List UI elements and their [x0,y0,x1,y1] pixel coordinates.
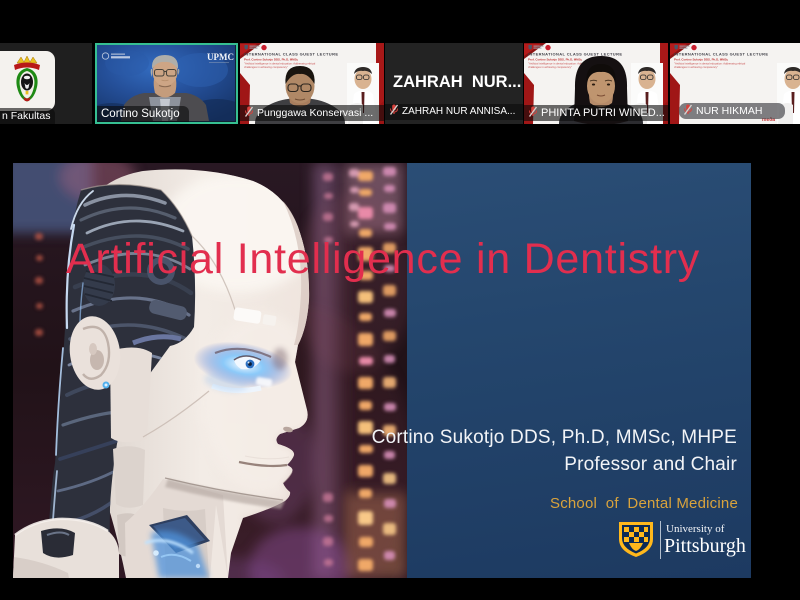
svg-text:Prof. Cortino Sukotjo DDS, Ph.: Prof. Cortino Sukotjo DDS, Ph.D, MMSc [244,58,299,62]
svg-text:"Artificial intelligence in de: "Artificial intelligence in dental educa… [244,62,316,66]
svg-text:Pittsburgh: Pittsburgh [664,535,746,557]
svg-text:UPMC: UPMC [207,52,234,62]
svg-text:University of: University of [666,523,725,535]
svg-text:INTERNATIONAL CLASS GUEST LECT: INTERNATIONAL CLASS GUEST LECTURE [244,52,338,57]
svg-text:challenges in achieving compet: challenges in achieving competency" [244,65,288,69]
